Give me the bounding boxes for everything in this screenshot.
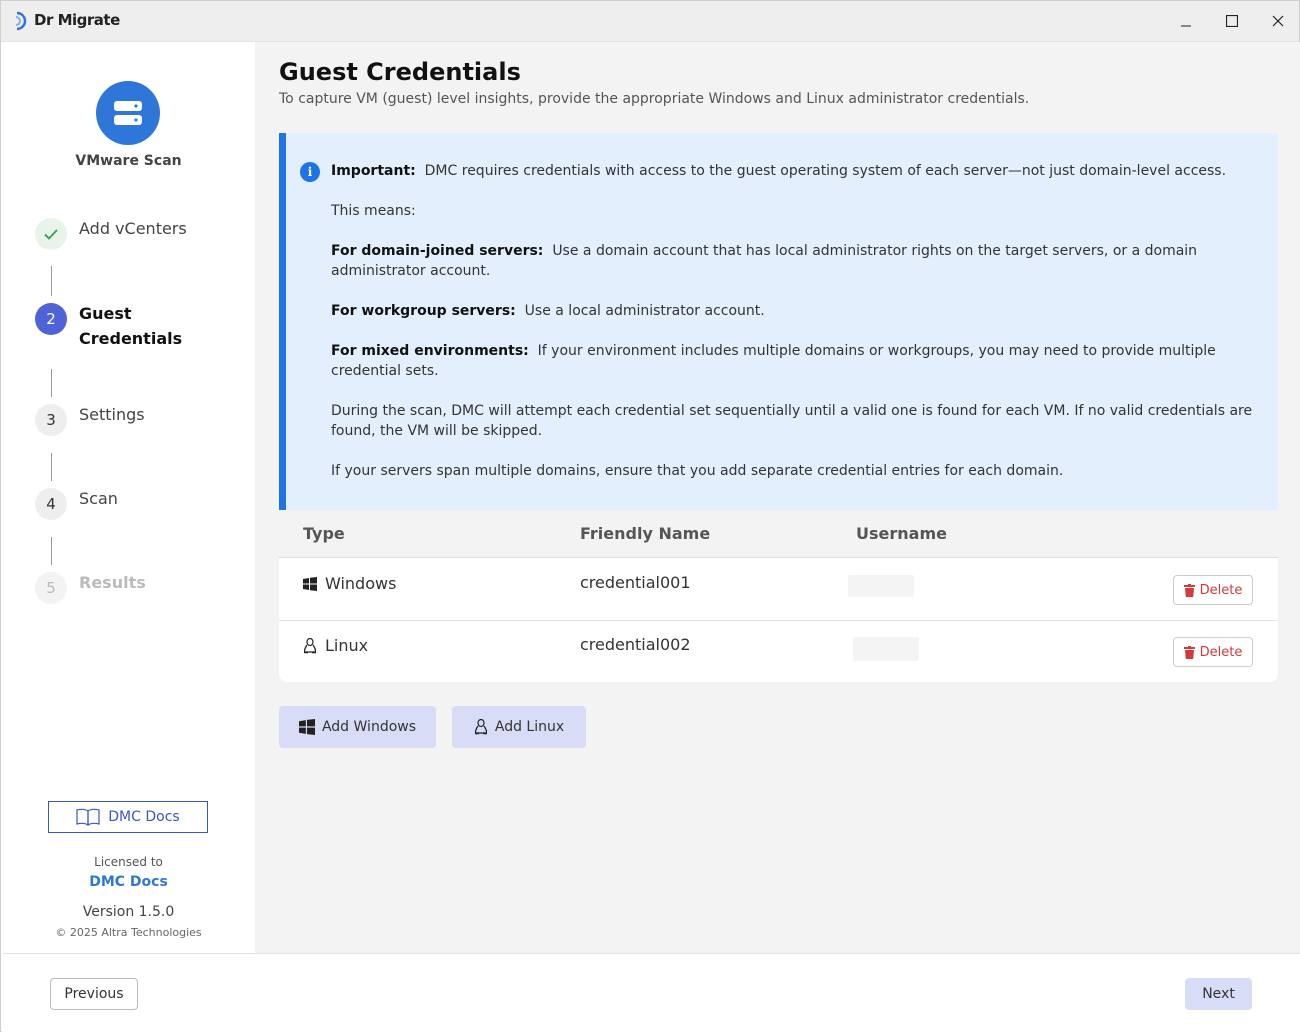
workgroup-text: For workgroup servers: Use a local admin… [331, 301, 1261, 321]
step-number: 3 [35, 404, 67, 436]
dr-migrate-logo-icon [15, 11, 27, 31]
type-label: Windows [325, 574, 397, 593]
trash-icon [1183, 645, 1195, 659]
copyright-text: © 2025 Altra Technologies [55, 926, 202, 939]
trash-icon [1183, 583, 1195, 597]
step-number: 5 [35, 572, 67, 604]
sidebar: VMware Scan Add vCenters 2 Guest Credent… [2, 42, 255, 953]
workgroup-label: For workgroup servers: [331, 303, 516, 319]
app-window: Dr Migrate VMware Scan Add vCenters 2 Gu… [0, 0, 1300, 1032]
type-cell: Windows [303, 574, 396, 593]
credentials-table: Type Friendly Name Username Windows cred… [279, 510, 1278, 682]
domain-joined-text: For domain-joined servers: Use a domain … [331, 241, 1261, 281]
delete-label: Delete [1199, 582, 1243, 598]
linux-icon [474, 719, 487, 735]
step-number: 4 [35, 488, 67, 520]
header-type: Type [303, 524, 345, 543]
friendly-name-cell: credential002 [580, 635, 691, 654]
important-label: Important: [331, 163, 416, 179]
licensee-name: DMC Docs [89, 874, 168, 890]
add-windows-button[interactable]: Add Windows [279, 706, 436, 748]
version-text: Version 1.5.0 [82, 904, 175, 920]
mixed-env-text: For mixed environments: If your environm… [331, 341, 1261, 381]
important-body: DMC requires credentials with access to … [424, 163, 1227, 179]
domain-label: For domain-joined servers: [331, 243, 544, 259]
mixed-label: For mixed environments: [331, 343, 529, 359]
titlebar: Dr Migrate [1, 1, 1299, 42]
important-info-box: i Important: DMC requires credentials wi… [279, 133, 1278, 510]
header-username: Username [856, 524, 947, 543]
type-cell: Linux [303, 636, 368, 655]
close-icon[interactable] [1255, 1, 1300, 41]
step-add-vcenters[interactable]: Add vCenters [35, 218, 187, 250]
header-friendly-name: Friendly Name [580, 524, 711, 543]
type-label: Linux [325, 636, 369, 655]
step-label: Add vCenters [79, 219, 187, 238]
during-scan-text: During the scan, DMC will attempt each c… [331, 403, 1253, 439]
check-icon [35, 218, 67, 250]
server-icon [96, 81, 160, 145]
step-connector [51, 369, 52, 397]
table-header: Type Friendly Name Username [279, 510, 1278, 558]
step-label: Settings [79, 405, 145, 424]
footer-bar: Previous Next [2, 953, 1300, 1032]
info-icon: i [300, 162, 320, 182]
step-results: 5 Results [35, 572, 146, 604]
step-connector [51, 266, 52, 296]
step-scan[interactable]: 4 Scan [35, 488, 118, 520]
means-text: This means: [331, 203, 416, 219]
table-row: Linux credential002 Delete [279, 621, 1278, 683]
dmc-docs-button[interactable]: DMC Docs [48, 801, 208, 833]
windows-icon [298, 719, 315, 735]
delete-button[interactable]: Delete [1173, 637, 1253, 667]
step-number: 2 [35, 303, 67, 335]
previous-button[interactable]: Previous [50, 978, 138, 1010]
page-subtitle: To capture VM (guest) level insights, pr… [279, 91, 1030, 107]
app-title: Dr Migrate [34, 11, 120, 29]
friendly-name-cell: credential001 [580, 573, 691, 592]
workgroup-body: Use a local administrator account. [524, 303, 765, 319]
dmc-docs-label: DMC Docs [108, 809, 180, 825]
windows-icon [303, 576, 317, 591]
important-text: Important: DMC requires credentials with… [331, 161, 1261, 181]
next-button[interactable]: Next [1185, 978, 1252, 1010]
step-settings[interactable]: 3 Settings [35, 404, 145, 436]
step-guest-credentials[interactable]: 2 Guest Credentials [35, 303, 189, 351]
span-domains-text: If your servers span multiple domains, e… [331, 463, 1064, 479]
add-linux-button[interactable]: Add Linux [452, 706, 586, 748]
step-connector [51, 453, 52, 481]
book-icon [76, 808, 100, 826]
username-redacted [853, 637, 919, 661]
page-title: Guest Credentials [279, 58, 521, 86]
step-label: Guest Credentials [79, 304, 183, 348]
maximize-icon[interactable] [1209, 1, 1255, 41]
add-windows-label: Add Windows [321, 719, 417, 735]
delete-label: Delete [1199, 644, 1243, 660]
step-label: Results [79, 573, 146, 592]
add-linux-label: Add Linux [494, 719, 565, 735]
main-content: Guest Credentials To capture VM (guest) … [255, 42, 1300, 953]
licensed-to-label: Licensed to [94, 855, 163, 869]
step-label: Scan [79, 489, 118, 508]
linux-icon [304, 637, 316, 653]
table-row: Windows credential001 Delete [279, 559, 1278, 621]
username-redacted [848, 575, 914, 597]
scan-type-label: VMware Scan [75, 153, 182, 169]
step-connector [51, 537, 52, 565]
delete-button[interactable]: Delete [1173, 575, 1253, 605]
minimize-icon[interactable] [1163, 1, 1209, 41]
